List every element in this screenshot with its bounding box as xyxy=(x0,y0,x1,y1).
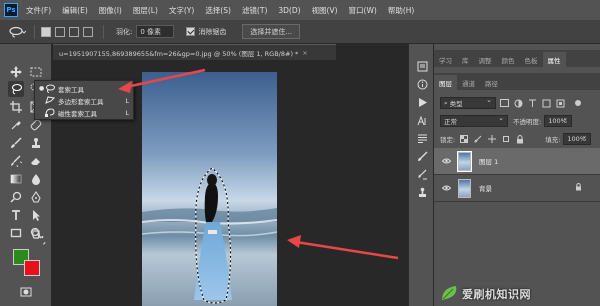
dock-clone-source-button[interactable] xyxy=(415,186,429,198)
lock-position-button[interactable] xyxy=(486,134,497,144)
filter-smart-object-button[interactable] xyxy=(555,98,566,108)
tab-libraries[interactable]: 库 xyxy=(457,52,474,67)
paragraph-icon xyxy=(417,134,427,143)
filter-type-button[interactable] xyxy=(527,98,538,108)
image-icon xyxy=(500,99,509,107)
tab-channels[interactable]: 通道 xyxy=(457,75,480,90)
panel-icon-dock xyxy=(408,44,434,306)
top-panel-tabs: 学习 库 调整 颜色 色板 属性 xyxy=(434,50,600,67)
checker-icon xyxy=(459,135,468,143)
artboard-icon xyxy=(502,136,509,142)
blend-mode-dropdown[interactable]: 正常 xyxy=(440,114,508,127)
brush-icon xyxy=(417,151,427,161)
history-icon xyxy=(417,61,427,71)
lock-all-button[interactable] xyxy=(514,134,525,144)
tab-layers[interactable]: 图层 xyxy=(434,75,457,90)
visibility-eye-icon[interactable] xyxy=(441,185,451,191)
tab-color[interactable]: 颜色 xyxy=(497,52,520,67)
annotation-arrow-top xyxy=(118,68,206,93)
right-panels: 学习 库 调整 颜色 色板 属性 图层 通道 路径 ⌕ 类型 正常 不透明度: … xyxy=(434,44,600,306)
type-icon xyxy=(529,99,536,107)
layer-thumbnail xyxy=(457,150,472,172)
tab-paths[interactable]: 路径 xyxy=(480,75,503,90)
watermark-leaf-icon xyxy=(442,286,457,300)
layer-name: 图层 1 xyxy=(479,158,499,166)
filter-pixel-button[interactable] xyxy=(499,98,510,108)
filter-toggle-button[interactable] xyxy=(572,98,583,108)
layer-row[interactable]: 图层 1 xyxy=(434,148,600,175)
layer-name: 背景 xyxy=(479,185,492,193)
opacity-input[interactable]: 100% xyxy=(544,114,573,127)
filter-adjustment-button[interactable] xyxy=(513,98,524,108)
lock-artboard-button[interactable] xyxy=(500,134,511,144)
blend-row: 正常 不透明度: 100% xyxy=(440,114,600,128)
fill-label: 填充: xyxy=(545,136,561,144)
lock-icon xyxy=(516,134,523,143)
dock-brushes-button[interactable] xyxy=(415,168,429,180)
visibility-eye-icon[interactable] xyxy=(441,158,451,164)
tab-swatches[interactable]: 色板 xyxy=(520,52,543,67)
layer-panel-tabs: 图层 通道 路径 xyxy=(434,73,600,90)
dock-properties-button[interactable] xyxy=(415,78,429,90)
tab-adjustments[interactable]: 调整 xyxy=(474,52,497,67)
annotation-arrow-right xyxy=(287,235,399,260)
lock-transparent-button[interactable] xyxy=(458,134,469,144)
fill-input[interactable]: 100% xyxy=(563,132,592,145)
lock-label: 锁定: xyxy=(440,136,456,144)
tab-learn[interactable]: 学习 xyxy=(434,52,457,67)
layer-filter-label: 类型 xyxy=(449,100,463,108)
filter-shape-button[interactable] xyxy=(541,98,552,108)
smart-object-icon xyxy=(556,99,565,107)
adjustment-icon xyxy=(514,99,523,107)
shape-icon xyxy=(542,99,551,107)
layer-filter-dropdown[interactable]: ⌕ 类型 xyxy=(440,96,496,109)
info-icon xyxy=(417,79,427,89)
dock-paragraph-button[interactable] xyxy=(415,132,429,144)
toggle-dot-icon xyxy=(574,100,581,106)
search-icon: ⌕ xyxy=(444,98,448,107)
layer-thumbnail xyxy=(458,178,471,198)
stamp-icon xyxy=(418,187,426,197)
lock-row: 锁定: 填充: 100% xyxy=(440,132,600,146)
opacity-label: 不透明度: xyxy=(513,118,542,126)
character-icon xyxy=(417,115,425,125)
layer-row[interactable]: 背景 xyxy=(434,175,600,202)
play-icon xyxy=(418,97,427,107)
brush-presets-icon xyxy=(417,169,427,179)
dock-character-button[interactable] xyxy=(415,114,429,126)
layer-filter-row: ⌕ 类型 xyxy=(440,96,592,110)
watermark-text: 爱刷机知识网 xyxy=(462,288,531,301)
brush-icon xyxy=(474,135,482,143)
dock-history-button[interactable] xyxy=(415,60,429,72)
lock-image-button[interactable] xyxy=(472,134,483,144)
dock-actions-button[interactable] xyxy=(415,96,429,108)
move-icon xyxy=(487,135,496,143)
layer-lock-icon xyxy=(575,183,582,193)
dock-brush-settings-button[interactable] xyxy=(415,150,429,162)
tab-properties[interactable]: 属性 xyxy=(542,52,566,67)
